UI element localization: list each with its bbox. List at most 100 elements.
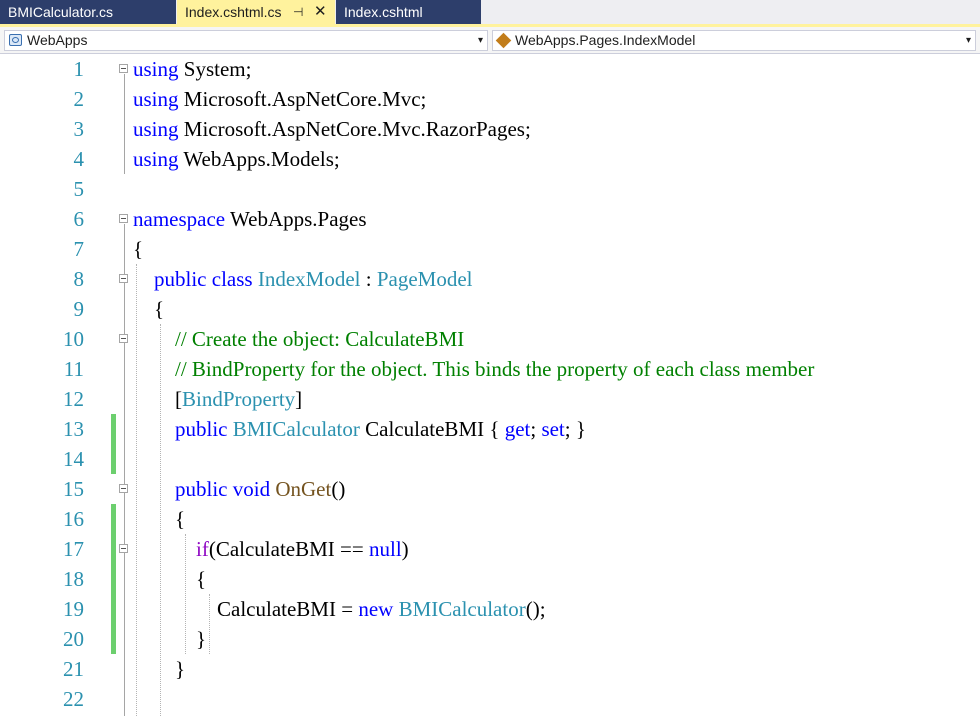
tab-label: Index.cshtml.cs xyxy=(185,4,282,20)
code-editor[interactable]: 1 using System; 2 using Microsoft.AspNetCor… xyxy=(0,54,980,716)
code-token: { xyxy=(154,297,165,321)
type-dropdown[interactable]: WebApps.Pages.IndexModel ▾ xyxy=(492,30,976,51)
type-dropdown-label: WebApps.Pages.IndexModel xyxy=(515,32,696,48)
code-line[interactable]: 12 [BindProperty] xyxy=(0,384,980,414)
code-token: WebApps.Models; xyxy=(178,147,340,171)
code-text[interactable]: public class IndexModel : PageModel xyxy=(133,264,472,294)
code-token: WebApps.Pages xyxy=(225,207,367,231)
code-token: BindProperty xyxy=(182,387,296,411)
line-number: 19 xyxy=(63,597,84,621)
code-text[interactable]: using WebApps.Models; xyxy=(133,144,340,174)
code-text[interactable]: if(CalculateBMI == null) xyxy=(133,534,409,564)
code-token: // BindProperty for the object. This bin… xyxy=(175,357,815,381)
code-token: BMICalculator xyxy=(232,417,360,441)
code-line[interactable]: 4 using WebApps.Models; xyxy=(0,144,980,174)
code-token: using xyxy=(133,147,179,171)
code-line[interactable]: 14 xyxy=(0,444,980,474)
code-text[interactable]: using System; xyxy=(133,54,251,84)
code-token: public xyxy=(175,477,228,501)
line-number: 18 xyxy=(63,567,84,591)
code-token: } xyxy=(196,627,207,651)
line-number: 22 xyxy=(63,687,84,711)
code-token: PageModel xyxy=(376,267,473,291)
line-number: 11 xyxy=(63,357,84,381)
pin-tab-icon[interactable]: ⊣ xyxy=(293,0,303,24)
project-dropdown[interactable]: WebApps ▾ xyxy=(4,30,488,51)
code-token: } xyxy=(175,657,186,681)
class-icon xyxy=(495,32,512,49)
code-token: OnGet xyxy=(275,477,332,501)
line-number: 15 xyxy=(63,477,84,501)
code-line[interactable]: 2 using Microsoft.AspNetCore.Mvc; xyxy=(0,84,980,114)
line-number: 6 xyxy=(73,207,85,231)
code-token: Microsoft.AspNetCore.Mvc; xyxy=(178,87,427,111)
code-line[interactable]: 8 public class IndexModel : PageModel xyxy=(0,264,980,294)
code-text[interactable]: using Microsoft.AspNetCore.Mvc; xyxy=(133,84,426,114)
code-text[interactable]: namespace WebApps.Pages xyxy=(133,204,367,234)
tab-bmicalculator-cs[interactable]: BMICalculator.cs xyxy=(0,0,176,24)
code-text[interactable]: public BMICalculator CalculateBMI { get;… xyxy=(133,414,586,444)
code-line[interactable]: 10 // Create the object: CalculateBMI xyxy=(0,324,980,354)
close-tab-icon[interactable]: ✕ xyxy=(314,0,327,24)
code-text[interactable]: } xyxy=(133,654,185,684)
code-token: IndexModel xyxy=(257,267,361,291)
code-token: void xyxy=(232,477,271,501)
code-text[interactable]: } xyxy=(133,624,206,654)
code-token: set xyxy=(541,417,565,441)
code-token: { xyxy=(133,237,144,261)
line-number: 7 xyxy=(73,237,85,261)
code-line[interactable]: 13 public BMICalculator CalculateBMI { g… xyxy=(0,414,980,444)
code-line[interactable]: 16 { xyxy=(0,504,980,534)
code-line[interactable]: 22 xyxy=(0,684,980,714)
code-text[interactable]: CalculateBMI = new BMICalculator(); xyxy=(133,594,546,624)
code-text[interactable]: // Create the object: CalculateBMI xyxy=(133,324,464,354)
code-line[interactable]: 19 CalculateBMI = new BMICalculator(); xyxy=(0,594,980,624)
code-text[interactable]: [BindProperty] xyxy=(133,384,302,414)
line-number: 12 xyxy=(63,387,84,411)
code-token: get xyxy=(504,417,531,441)
line-number: 14 xyxy=(63,447,84,471)
code-text[interactable]: { xyxy=(133,504,185,534)
navigation-bar: WebApps ▾ WebApps.Pages.IndexModel ▾ xyxy=(0,27,980,54)
line-number: 4 xyxy=(73,147,85,171)
code-text[interactable]: using Microsoft.AspNetCore.Mvc.RazorPage… xyxy=(133,114,531,144)
code-line[interactable]: 7{ xyxy=(0,234,980,264)
code-line[interactable]: 9 { xyxy=(0,294,980,324)
code-token: using xyxy=(133,87,179,111)
code-token: { xyxy=(196,567,207,591)
document-tab-strip: BMICalculator.cs Index.cshtml.cs ⊣ ✕ Ind… xyxy=(0,0,980,27)
code-line[interactable]: 20 } xyxy=(0,624,980,654)
code-line[interactable]: 1 using System; xyxy=(0,54,980,84)
code-text[interactable]: { xyxy=(133,294,164,324)
code-line[interactable]: 21 } xyxy=(0,654,980,684)
code-text[interactable]: { xyxy=(133,234,143,264)
code-token: using xyxy=(133,57,179,81)
code-token: CalculateBMI = xyxy=(217,597,359,621)
tab-index-cshtml-cs[interactable]: Index.cshtml.cs ⊣ ✕ xyxy=(177,0,335,24)
code-line[interactable]: 5 xyxy=(0,174,980,204)
line-number: 13 xyxy=(63,417,84,441)
code-text[interactable]: { xyxy=(133,564,206,594)
code-token: (CalculateBMI == xyxy=(208,537,369,561)
code-text[interactable]: // BindProperty for the object. This bin… xyxy=(133,354,814,384)
code-line[interactable]: 6 namespace WebApps.Pages xyxy=(0,204,980,234)
project-dropdown-label: WebApps xyxy=(27,32,88,48)
code-line[interactable]: 3 using Microsoft.AspNetCore.Mvc.RazorPag… xyxy=(0,114,980,144)
code-line[interactable]: 17 if(CalculateBMI == null) xyxy=(0,534,980,564)
code-token: public xyxy=(175,417,228,441)
code-token: BMICalculator xyxy=(398,597,526,621)
line-number: 10 xyxy=(63,327,84,351)
tab-index-cshtml[interactable]: Index.cshtml xyxy=(336,0,481,24)
code-line[interactable]: 15 public void OnGet() xyxy=(0,474,980,504)
line-number: 21 xyxy=(63,657,84,681)
csharp-project-icon xyxy=(9,34,22,46)
code-line[interactable]: 11 // BindProperty for the object. This … xyxy=(0,354,980,384)
tab-label: Index.cshtml xyxy=(344,4,423,20)
tab-label: BMICalculator.cs xyxy=(8,4,114,20)
code-line[interactable]: 18 { xyxy=(0,564,980,594)
line-number: 16 xyxy=(63,507,84,531)
line-number: 5 xyxy=(73,177,85,201)
code-text[interactable]: public void OnGet() xyxy=(133,474,345,504)
code-token: { xyxy=(175,507,186,531)
code-token: (); xyxy=(525,597,546,621)
